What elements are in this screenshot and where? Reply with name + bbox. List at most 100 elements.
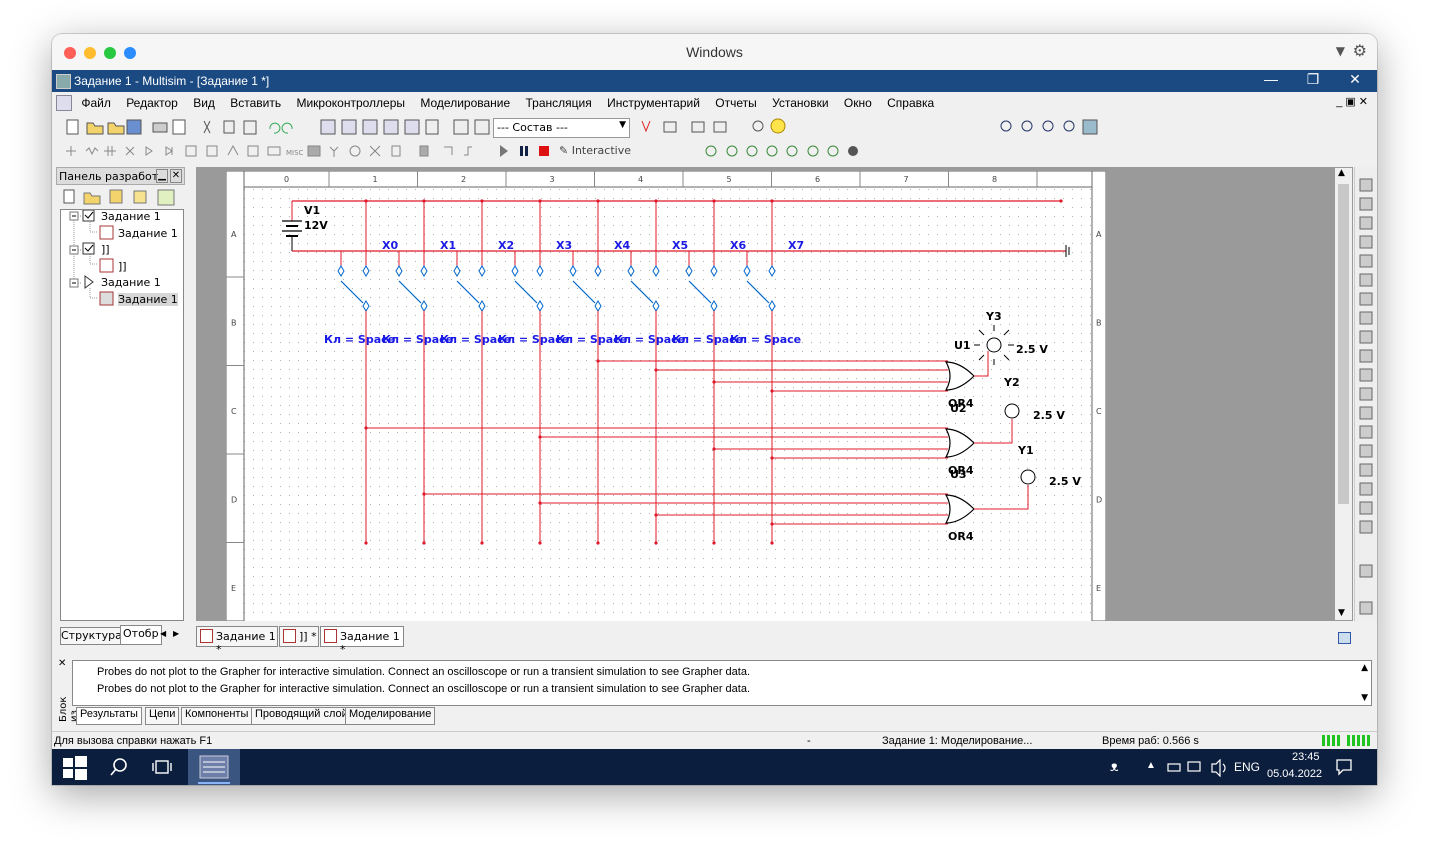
- schematic-icon: [283, 629, 296, 643]
- menu-tools[interactable]: Инструментарий: [601, 92, 706, 110]
- tree-item-project-3[interactable]: Задание 1: [101, 276, 161, 289]
- column-end-dot: [364, 541, 368, 545]
- tree-item-sheet-2[interactable]: ]]: [118, 260, 127, 273]
- clock-time[interactable]: 23:45: [1292, 751, 1320, 763]
- close-button[interactable]: ✕: [1335, 71, 1375, 88]
- menu-help[interactable]: Справка: [881, 92, 940, 110]
- ruler-tick-label: 1: [373, 175, 378, 184]
- switch-key-label: Кл = Space: [730, 333, 801, 346]
- design-toolbox: Панель разработки ▁ ✕: [56, 167, 185, 645]
- interactive-mode-label[interactable]: ✎ Interactive: [559, 144, 631, 157]
- result-line: Probes do not plot to the Grapher for in…: [97, 683, 751, 695]
- junction-dot: [654, 513, 658, 517]
- multisim-taskbar-button[interactable]: [188, 749, 240, 785]
- scroll-up-icon[interactable]: ▲: [1361, 663, 1368, 673]
- tab-results[interactable]: Результаты: [76, 707, 142, 725]
- clock-date[interactable]: 05.04.2022: [1267, 768, 1322, 780]
- menu-view[interactable]: Вид: [187, 92, 221, 110]
- junction-dot: [654, 368, 658, 372]
- panel-toolbar: [63, 189, 175, 206]
- search-icon[interactable]: [107, 755, 131, 779]
- tab-copper-layers[interactable]: Проводящий слой: [251, 707, 352, 725]
- ruler-tick-label: C: [231, 407, 237, 416]
- canvas-vscrollbar[interactable]: ▲ ▼: [1335, 168, 1352, 620]
- ruler-tick-label: B: [231, 319, 237, 328]
- doc-tab-3-label: Задание 1 *: [340, 630, 400, 656]
- notification-icon[interactable]: [1334, 757, 1354, 777]
- column-end-dot: [712, 541, 716, 545]
- mdi-controls[interactable]: _▣✕: [1336, 95, 1371, 108]
- tab-scroll-left-icon[interactable]: ◀: [160, 629, 166, 638]
- menu-file[interactable]: Файл: [75, 92, 117, 110]
- scroll-down-icon[interactable]: ▼: [1361, 693, 1368, 703]
- pin-icon[interactable]: ▁: [156, 169, 168, 183]
- tab-display[interactable]: Отобр: [120, 625, 162, 645]
- spreadsheet-view: ✕ Блок из Probes do not plot to the Grap…: [56, 656, 1372, 730]
- tab-simulation[interactable]: Моделирование: [345, 707, 436, 725]
- people-icon[interactable]: ᴥ: [1110, 758, 1119, 774]
- panel-close-icon[interactable]: ✕: [170, 169, 182, 183]
- switch-label: X1: [440, 239, 456, 252]
- doc-tab-2[interactable]: ]] *: [279, 626, 319, 647]
- ruler-tick-label: 2: [461, 175, 466, 184]
- ruler-tick-label: 0: [284, 175, 289, 184]
- switch-label: X7: [788, 239, 804, 252]
- windows-start-icon[interactable]: [60, 752, 90, 782]
- menu-simulate[interactable]: Моделирование: [414, 92, 516, 110]
- schematic-sheet[interactable]: 0 1 2 3 4 5 6 7 8 A A B B C C D D E E V1 12V X0 Кл = Space X1 Кл…: [226, 171, 1106, 621]
- tree-item-sheet[interactable]: Задание 1: [118, 227, 178, 240]
- task-view-icon[interactable]: [150, 755, 174, 779]
- junction-dot: [770, 456, 774, 460]
- doc-tab-3[interactable]: Задание 1 *: [320, 626, 404, 656]
- minimize-button[interactable]: —: [1251, 71, 1291, 87]
- menu-mcu[interactable]: Микроконтроллеры: [290, 92, 411, 110]
- doc-tab-2-label: ]] *: [299, 630, 317, 643]
- grapher-icon[interactable]: [1338, 632, 1351, 644]
- status-help: Для вызова справки нажать F1: [54, 735, 213, 747]
- dropdown-triangle-icon[interactable]: ▼: [1336, 44, 1345, 58]
- status-dash: -: [807, 735, 811, 747]
- tree-item-project-2[interactable]: ]]: [101, 243, 110, 256]
- output-close-icon[interactable]: ✕: [58, 658, 66, 669]
- gate-ref: U3: [950, 468, 967, 481]
- doc-tab-1[interactable]: Задание 1 *: [196, 626, 278, 656]
- scroll-down-icon[interactable]: ▼: [1338, 608, 1345, 618]
- tray-expand-icon[interactable]: ▲: [1146, 760, 1156, 771]
- junction-dot: [422, 199, 426, 203]
- tab-scroll-right-icon[interactable]: ▶: [173, 629, 179, 638]
- project-tree: Задание 1 Задание 1 ]] ]] Задание 1 Зада…: [60, 209, 184, 621]
- tree-item-sheet-3[interactable]: Задание 1: [118, 293, 178, 306]
- gear-icon[interactable]: ⚙: [1353, 41, 1367, 60]
- restore-button[interactable]: ❐: [1293, 71, 1333, 88]
- tray-icons: [1167, 759, 1226, 777]
- ruler-tick-label: 4: [638, 175, 643, 184]
- keyboard-language[interactable]: ENG: [1234, 760, 1260, 774]
- menu-edit[interactable]: Редактор: [120, 92, 184, 110]
- scroll-thumb[interactable]: [1338, 184, 1349, 504]
- doc-icon: [56, 95, 72, 111]
- menu-insert[interactable]: Вставить: [224, 92, 287, 110]
- junction-dot: [422, 492, 426, 496]
- chevron-down-icon[interactable]: ▼: [619, 120, 626, 130]
- ruler-tick-label: E: [231, 584, 236, 593]
- status-time: Время раб: 0.566 s: [1102, 735, 1199, 747]
- junction-dot: [480, 199, 484, 203]
- schematic-svg[interactable]: 0 1 2 3 4 5 6 7 8A AB BC CD DE EV112VX0Кл = SpaceX1Кл…: [226, 171, 1106, 621]
- component-combo[interactable]: --- Состав --- ▼: [493, 118, 630, 138]
- gate-ref: U1: [954, 339, 971, 352]
- switch-label: X0: [382, 239, 398, 252]
- column-end-dot: [538, 541, 542, 545]
- menu-window[interactable]: Окно: [838, 92, 878, 110]
- app-title: Задание 1 - Multisim - [Задание 1 *]: [74, 74, 270, 88]
- tab-nets[interactable]: Цепи: [145, 707, 180, 725]
- menu-transfer[interactable]: Трансляция: [520, 92, 598, 110]
- tab-components[interactable]: Компоненты: [181, 707, 253, 725]
- tab-structure[interactable]: Структура: [60, 627, 122, 645]
- tree-item-project[interactable]: Задание 1: [101, 210, 161, 223]
- menu-options[interactable]: Установки: [766, 92, 834, 110]
- column-end-dot: [654, 541, 658, 545]
- menu-reports[interactable]: Отчеты: [709, 92, 762, 110]
- status-sim: Задание 1: Моделирование...: [882, 735, 1033, 747]
- scroll-up-icon[interactable]: ▲: [1338, 168, 1345, 178]
- mac-title-text: Windows: [686, 44, 743, 60]
